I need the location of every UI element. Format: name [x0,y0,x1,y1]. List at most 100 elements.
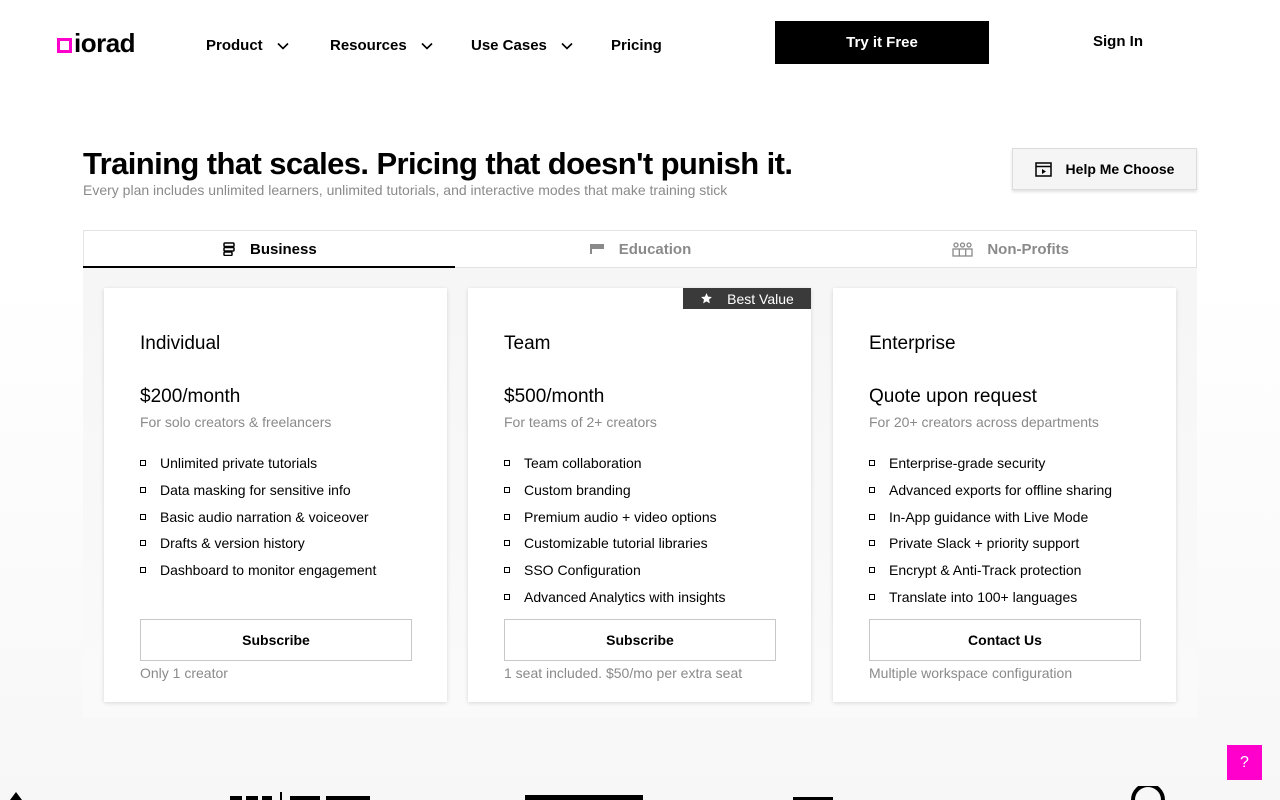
logo-text: iorad [74,28,136,58]
group-icon [952,241,973,257]
plan-card-team: Best Value Team $500/month For teams of … [468,288,811,702]
feature-text: Drafts & version history [160,535,305,552]
help-fab-button[interactable]: ? [1227,745,1262,780]
bullet-square-icon [869,460,875,467]
nav-pricing-label: Pricing [611,37,662,54]
nav-resources[interactable]: Resources [330,37,434,54]
feature-text: Team collaboration [524,455,642,472]
plan-name: Enterprise [869,333,956,354]
tab-business-label: Business [249,240,317,258]
bullet-square-icon [140,513,146,520]
feature-text: Encrypt & Anti-Track protection [889,562,1082,579]
feature-item: Team collaboration [504,450,726,477]
feature-item: Premium audio + video options [504,503,726,530]
feature-text: SSO Configuration [524,562,641,579]
try-free-button[interactable]: Try it Free [775,21,989,64]
feature-text: Enterprise-grade security [889,455,1046,472]
plan-audience: For teams of 2+ creators [504,414,657,430]
bullet-square-icon [869,540,875,547]
tab-business[interactable]: Business [83,231,455,268]
page-title: Training that scales. Pricing that doesn… [83,146,793,181]
plan-audience: For solo creators & freelancers [140,414,332,430]
star-icon [701,293,713,304]
badge-label: Best Value [727,290,794,307]
chevron-down-icon [421,42,433,50]
plan-price: $200/month [140,386,241,407]
tab-education[interactable]: Education [455,231,826,267]
bullet-square-icon [504,593,510,600]
bullet-square-icon [869,567,875,574]
feature-item: Enterprise-grade security [869,450,1112,477]
bullet-square-icon [140,487,146,494]
tab-non-profits-label: Non-Profits [987,240,1070,258]
customer-logo-icon [230,792,370,800]
plan-card-individual: Individual $200/month For solo creators … [104,288,447,702]
tab-non-profits[interactable]: Non-Profits [825,231,1196,267]
subscribe-button[interactable]: Subscribe [140,619,412,661]
bullet-square-icon [869,593,875,600]
nav-product[interactable]: Product [206,37,290,54]
feature-text: Dashboard to monitor engagement [160,562,377,579]
subscribe-button[interactable]: Subscribe [504,619,776,661]
audience-tabs: Business Education Non-Profits [83,230,1197,268]
best-value-badge: Best Value [683,288,811,309]
sign-in-link[interactable]: Sign In [1093,33,1143,50]
stack-icon [223,242,235,256]
feature-text: Basic audio narration & voiceover [160,508,369,525]
feature-item: SSO Configuration [504,557,726,584]
feature-item: In-App guidance with Live Mode [869,503,1112,530]
customer-logo-icon [10,792,22,800]
feature-text: Private Slack + priority support [889,535,1080,552]
feature-item: Drafts & version history [140,530,376,557]
bullet-square-icon [140,460,146,467]
nav-use-cases[interactable]: Use Cases [471,37,574,54]
feature-text: Translate into 100+ languages [889,588,1078,605]
feature-text: Data masking for sensitive info [160,482,351,499]
bullet-square-icon [504,567,510,574]
plan-card-enterprise: Enterprise Quote upon request For 20+ cr… [833,288,1176,702]
feature-item: Data masking for sensitive info [140,477,376,504]
plan-name: Team [504,333,551,354]
bullet-square-icon [504,513,510,520]
bullet-square-icon [869,513,875,520]
help-me-choose-button[interactable]: Help Me Choose [1012,148,1197,190]
feature-list: Team collaboration Custom branding Premi… [504,450,726,610]
feature-item: Encrypt & Anti-Track protection [869,557,1112,584]
nav-pricing[interactable]: Pricing [611,37,662,54]
logo-mark-icon [57,37,72,53]
feature-item: Advanced Analytics with insights [504,583,726,610]
contact-us-button[interactable]: Contact Us [869,619,1141,661]
feature-text: Custom branding [524,482,631,499]
feature-list: Enterprise-grade security Advanced expor… [869,450,1112,610]
brand-logo[interactable]: iorad [57,28,136,58]
plan-note: Multiple workspace configuration [869,665,1073,681]
nav-use-cases-label: Use Cases [471,37,547,54]
feature-item: Translate into 100+ languages [869,583,1112,610]
video-play-icon [1034,161,1052,177]
feature-text: Premium audio + video options [524,508,717,525]
nav-product-label: Product [206,37,263,54]
feature-text: Advanced Analytics with insights [524,588,726,605]
feature-item: Customizable tutorial libraries [504,530,726,557]
plan-name: Individual [140,333,221,354]
plan-audience: For 20+ creators across departments [869,414,1099,430]
feature-list: Unlimited private tutorials Data masking… [140,450,376,583]
plan-note: 1 seat included. $50/mo per extra seat [504,665,743,681]
feature-item: Custom branding [504,477,726,504]
bullet-square-icon [504,460,510,467]
feature-item: Advanced exports for offline sharing [869,477,1112,504]
help-me-choose-label: Help Me Choose [1065,161,1175,177]
nav-resources-label: Resources [330,37,407,54]
feature-text: Unlimited private tutorials [160,455,318,472]
bullet-square-icon [504,540,510,547]
bullet-square-icon [869,487,875,494]
feature-text: Customizable tutorial libraries [524,535,708,552]
plan-price: Quote upon request [869,386,1037,407]
bullet-square-icon [140,540,146,547]
feature-item: Dashboard to monitor engagement [140,557,376,584]
bullet-square-icon [140,567,146,574]
feature-text: Advanced exports for offline sharing [889,482,1113,499]
plan-note: Only 1 creator [140,665,228,681]
feature-item: Basic audio narration & voiceover [140,503,376,530]
feature-item: Unlimited private tutorials [140,450,376,477]
